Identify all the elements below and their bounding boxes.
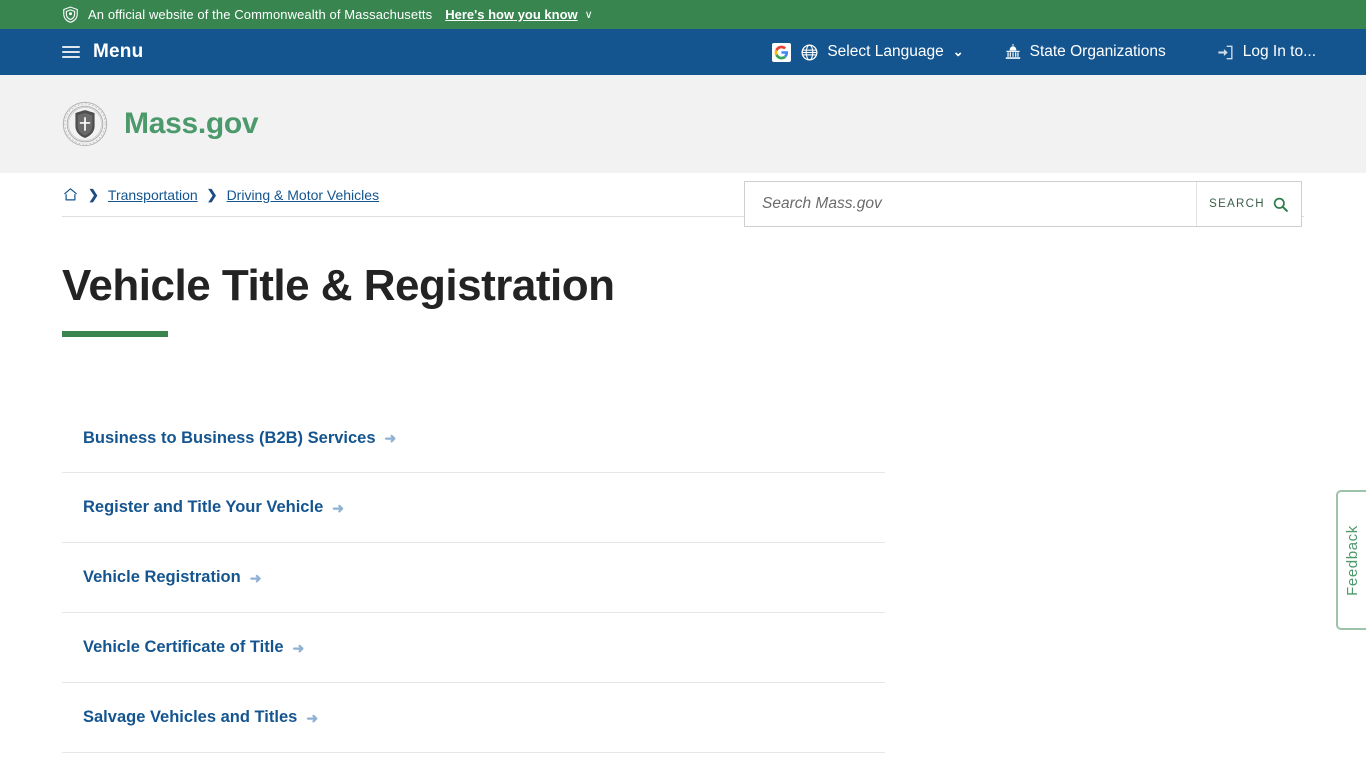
chevron-down-icon: ∨ bbox=[584, 9, 593, 21]
page-content: ❯ Transportation ❯ Driving & Motor Vehic… bbox=[0, 173, 1366, 754]
log-in-to-link[interactable]: Log In to... bbox=[1216, 43, 1316, 62]
breadcrumb-home-link[interactable] bbox=[62, 186, 79, 203]
capitol-building-icon bbox=[1005, 43, 1020, 59]
arrow-right-icon: ➜ bbox=[332, 499, 344, 516]
nav-right-group: Select Language ⌄ State Organizations Lo… bbox=[772, 29, 1366, 75]
how-you-know-label: Here's how you know bbox=[445, 7, 578, 22]
list-item[interactable]: Salvage Vehicles and Titles ➜ bbox=[62, 683, 885, 754]
list-item[interactable]: Register and Title Your Vehicle ➜ bbox=[62, 473, 885, 544]
link-vehicle-registration[interactable]: Vehicle Registration ➜ bbox=[83, 568, 261, 587]
breadcrumb-separator: ❯ bbox=[206, 186, 218, 202]
link-vehicle-certificate-of-title[interactable]: Vehicle Certificate of Title ➜ bbox=[83, 638, 304, 657]
list-item-label: Vehicle Certificate of Title bbox=[83, 638, 284, 657]
banner-text: An official website of the Commonwealth … bbox=[88, 7, 433, 22]
link-b2b-services[interactable]: Business to Business (B2B) Services ➜ bbox=[83, 429, 396, 448]
massachusetts-state-seal bbox=[62, 101, 108, 147]
shield-seal-icon bbox=[63, 6, 78, 23]
magnifier-icon bbox=[1272, 196, 1289, 213]
globe-icon bbox=[801, 44, 818, 60]
breadcrumb-item-transportation[interactable]: Transportation bbox=[108, 187, 198, 203]
list-item[interactable]: Business to Business (B2B) Services ➜ bbox=[62, 403, 885, 474]
search-button[interactable]: SEARCH bbox=[1196, 182, 1301, 226]
list-item[interactable]: Vehicle Registration ➜ bbox=[62, 543, 885, 614]
select-language-label: Select Language bbox=[827, 43, 944, 60]
topic-link-list: Business to Business (B2B) Services ➜ Re… bbox=[62, 403, 885, 754]
hamburger-icon bbox=[62, 43, 80, 61]
list-item-label: Salvage Vehicles and Titles bbox=[83, 708, 298, 727]
official-website-banner: An official website of the Commonwealth … bbox=[0, 0, 1366, 29]
arrow-right-icon: ➜ bbox=[292, 639, 305, 656]
site-logo[interactable]: Mass.gov bbox=[62, 101, 259, 147]
feedback-tab-label: Feedback bbox=[1343, 524, 1361, 596]
state-organizations-label: State Organizations bbox=[1029, 43, 1166, 60]
log-in-label: Log In to... bbox=[1242, 43, 1316, 60]
state-organizations-link[interactable]: State Organizations bbox=[1004, 43, 1166, 61]
login-arrow-icon bbox=[1218, 45, 1233, 59]
search-input[interactable] bbox=[745, 182, 1196, 226]
chevron-down-icon: ⌄ bbox=[952, 44, 964, 59]
google-translate-icon bbox=[772, 42, 792, 62]
title-accent-rule bbox=[62, 331, 168, 338]
site-header-band: Mass.gov SEARCH bbox=[0, 75, 1366, 227]
link-register-and-title-your-vehicle[interactable]: Register and Title Your Vehicle ➜ bbox=[83, 498, 344, 517]
link-salvage-vehicles-and-titles[interactable]: Salvage Vehicles and Titles ➜ bbox=[83, 708, 318, 727]
menu-button[interactable]: Menu bbox=[62, 41, 143, 63]
arrow-right-icon: ➜ bbox=[306, 709, 319, 726]
arrow-right-icon: ➜ bbox=[384, 430, 397, 447]
breadcrumb-separator: ❯ bbox=[88, 186, 99, 202]
list-item-label: Business to Business (B2B) Services bbox=[83, 428, 376, 447]
list-item-label: Vehicle Registration bbox=[83, 568, 241, 587]
arrow-right-icon: ➜ bbox=[249, 569, 262, 586]
list-item[interactable]: Vehicle Certificate of Title ➜ bbox=[62, 613, 885, 684]
main-navigation-bar: Menu Select Language ⌄ State Organizatio… bbox=[0, 29, 1366, 75]
site-logo-text: Mass.gov bbox=[124, 107, 259, 140]
breadcrumb-item-driving-motor-vehicles[interactable]: Driving & Motor Vehicles bbox=[227, 187, 380, 203]
search-bar: SEARCH bbox=[744, 181, 1302, 227]
feedback-tab[interactable]: Feedback bbox=[1336, 490, 1366, 630]
page-title: Vehicle Title & Registration bbox=[62, 261, 615, 310]
home-icon bbox=[64, 188, 77, 201]
select-language-control[interactable]: Select Language ⌄ bbox=[772, 42, 964, 62]
heres-how-you-know-toggle[interactable]: Here's how you know ∨ bbox=[445, 7, 592, 22]
list-item-label: Register and Title Your Vehicle bbox=[83, 498, 324, 517]
search-button-label: SEARCH bbox=[1209, 198, 1265, 210]
menu-button-label: Menu bbox=[93, 41, 144, 62]
